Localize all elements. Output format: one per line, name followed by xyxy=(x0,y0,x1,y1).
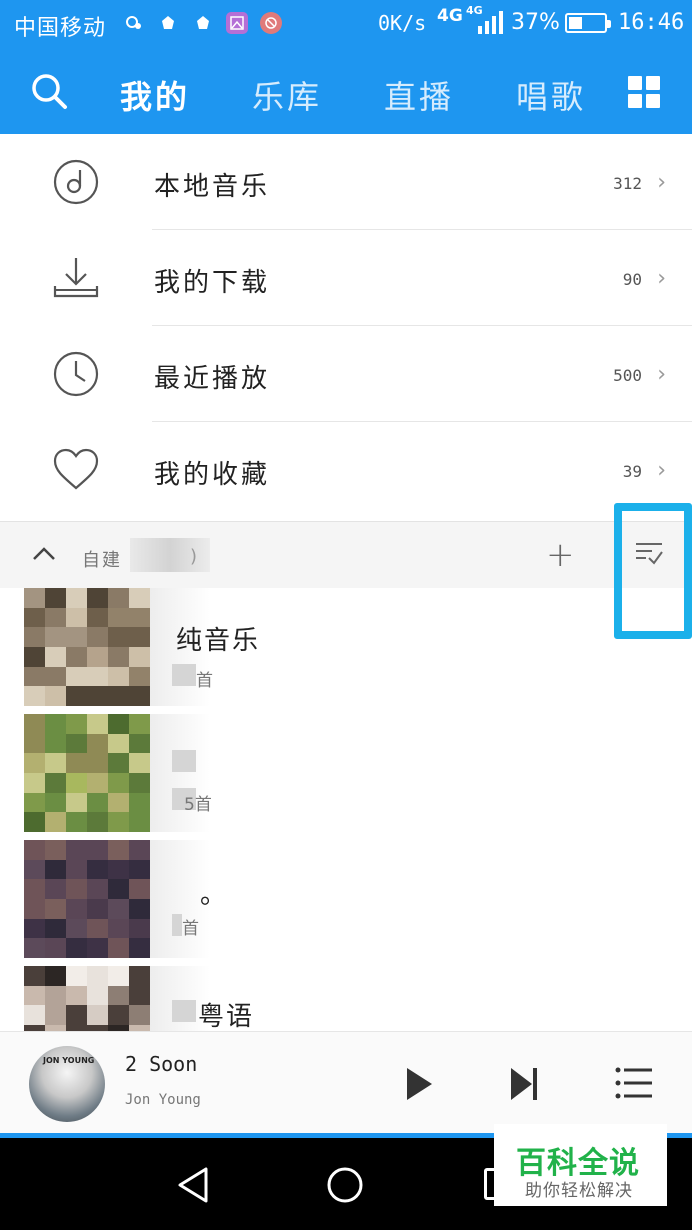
search-icon[interactable] xyxy=(30,72,70,112)
playlist-cover xyxy=(24,966,150,1031)
chevron-right-icon: › xyxy=(657,266,666,291)
skip-next-icon[interactable] xyxy=(508,1066,540,1102)
tab-library[interactable]: 乐库 xyxy=(252,72,322,118)
playlist-name: 纯音乐 xyxy=(176,626,261,656)
playlist-item[interactable]: 粤语 xyxy=(0,966,692,1031)
playlist-cover xyxy=(24,714,150,832)
library-item-label: 最近播放 xyxy=(154,364,271,394)
grid-menu-icon[interactable] xyxy=(628,76,660,108)
chevron-right-icon: › xyxy=(657,458,666,483)
playlist-cover xyxy=(24,588,150,706)
top-nav: 我的 乐库 直播 唱歌 xyxy=(0,48,692,134)
network-type: 4G xyxy=(437,6,463,26)
tab-sing[interactable]: 唱歌 xyxy=(516,72,586,118)
library-item-count: 312 xyxy=(613,174,642,193)
library-item-label: 我的下载 xyxy=(154,268,271,298)
now-playing-cover[interactable]: JON YOUNG xyxy=(29,1046,105,1122)
cover-text: JON YOUNG xyxy=(43,1056,95,1065)
playlist-count: 5首 xyxy=(184,795,212,815)
library-item-label: 本地音乐 xyxy=(154,172,271,202)
back-icon[interactable] xyxy=(176,1166,212,1204)
notification-icon xyxy=(192,12,214,34)
app-badge-icon xyxy=(260,12,282,34)
notification-icon xyxy=(123,12,145,34)
library-item-recent[interactable]: 最近播放 500 › xyxy=(0,326,692,422)
heart-icon xyxy=(53,448,99,490)
disc-icon xyxy=(53,159,99,205)
clock: 16:46 xyxy=(618,10,685,35)
home-icon[interactable] xyxy=(326,1166,364,1204)
playlist-item[interactable]: 纯音乐 首 xyxy=(0,588,692,714)
playlist-name: 粤语 xyxy=(198,1002,255,1031)
chevron-up-icon[interactable] xyxy=(30,542,58,566)
redacted-block xyxy=(172,664,196,686)
chevron-right-icon: › xyxy=(657,170,666,195)
notification-icon xyxy=(157,12,179,34)
library-item-downloads[interactable]: 我的下载 90 › xyxy=(0,230,692,326)
now-playing-artist: Jon Young xyxy=(125,1092,201,1108)
plus-icon[interactable]: + xyxy=(546,538,575,572)
net-speed: 0K/s xyxy=(378,11,427,35)
library-item-favorites[interactable]: 我的收藏 39 › xyxy=(0,422,692,518)
playlist-name: 。 xyxy=(200,880,229,910)
battery-level xyxy=(569,17,582,29)
play-icon[interactable] xyxy=(404,1066,434,1102)
status-bar: 中国移动 0K/s 4G 4G 37% 16:46 xyxy=(0,0,692,48)
section-title: 自建 xyxy=(82,550,122,571)
redacted-block xyxy=(172,750,196,772)
battery-icon xyxy=(565,13,611,33)
redacted-block xyxy=(172,1000,196,1022)
watermark-logo: 百科全说 助你轻松解决 xyxy=(494,1124,667,1206)
library-item-count: 39 xyxy=(622,462,642,481)
library-item-label: 我的收藏 xyxy=(154,460,271,490)
playlist-item[interactable]: 。 首 xyxy=(0,840,692,966)
library-item-count: 90 xyxy=(622,270,642,289)
playlist-count: 首 xyxy=(196,671,213,691)
chevron-right-icon: › xyxy=(657,362,666,387)
watermark-subtitle: 助你轻松解决 xyxy=(525,1181,633,1201)
signal-icon xyxy=(478,11,503,34)
mini-player[interactable]: JON YOUNG 2 Soon Jon Young xyxy=(0,1031,692,1135)
redacted-block xyxy=(130,538,210,572)
library-item-count: 500 xyxy=(613,366,642,385)
section-title-tail: ) xyxy=(190,546,198,567)
download-icon xyxy=(53,258,99,298)
clock-icon xyxy=(53,351,99,397)
redacted-block xyxy=(172,914,182,936)
now-playing-title: 2 Soon xyxy=(125,1052,198,1076)
playlist-count: 首 xyxy=(182,919,199,939)
tab-live[interactable]: 直播 xyxy=(384,72,454,118)
carrier-label: 中国移动 xyxy=(14,16,107,41)
library-item-local-music[interactable]: 本地音乐 312 › xyxy=(0,134,692,230)
playlist-queue-icon[interactable] xyxy=(614,1064,654,1102)
battery-percent: 37% xyxy=(511,10,560,35)
playlist-item[interactable]: 5首 xyxy=(0,714,692,840)
tab-mine[interactable]: 我的 xyxy=(120,72,190,118)
playlist-section-header: 自建 ) + xyxy=(0,521,692,588)
gallery-app-icon xyxy=(226,12,248,34)
playlist-cover xyxy=(24,840,150,958)
